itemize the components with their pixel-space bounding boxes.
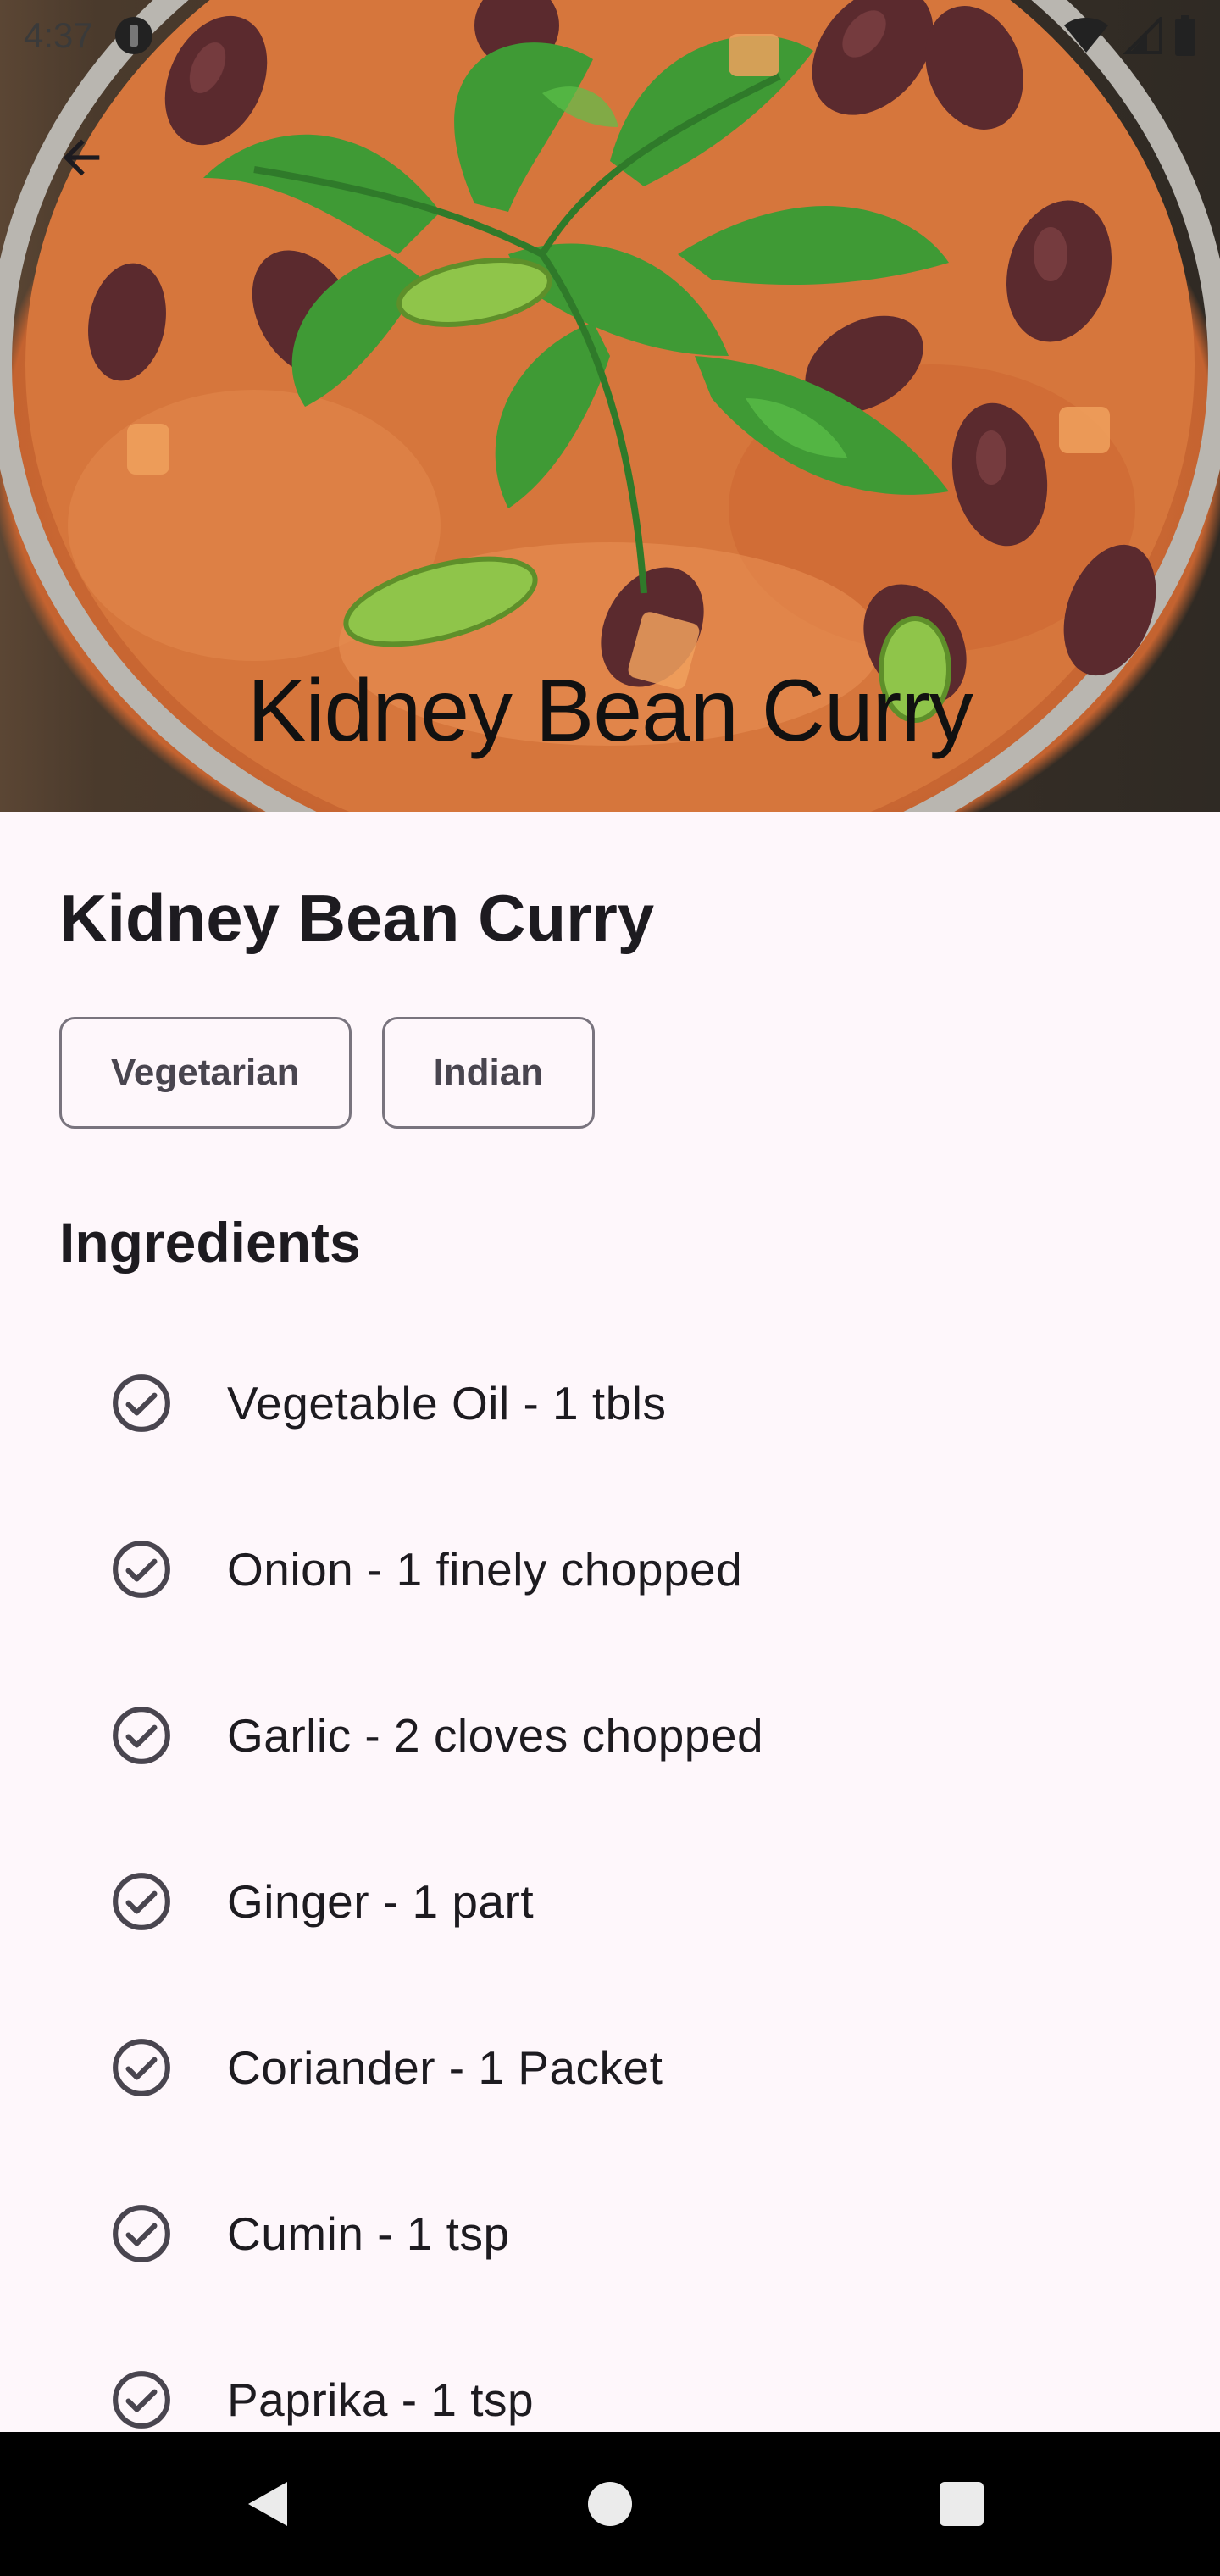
ingredients-list: Vegetable Oil - 1 tbls Onion - 1 finely … [0, 1320, 1220, 2483]
ingredient-label: Coriander - 1 Packet [227, 2041, 663, 2094]
check-circle-icon [113, 1541, 170, 1598]
system-home-button[interactable] [572, 2466, 648, 2542]
ingredient-item[interactable]: Onion - 1 finely chopped [0, 1486, 1220, 1652]
wifi-icon [1064, 18, 1108, 53]
ingredient-item[interactable]: Cumin - 1 tsp [0, 2151, 1220, 2317]
back-triangle-icon [248, 2482, 287, 2526]
recipe-hero-image: Kidney Bean Curry [0, 0, 1220, 812]
tag-chips: Vegetarian Indian [59, 1017, 596, 1129]
ingredients-heading: Ingredients [59, 1211, 361, 1274]
ingredient-label: Ginger - 1 part [227, 1875, 535, 1928]
ingredient-item[interactable]: Vegetable Oil - 1 tbls [0, 1320, 1220, 1486]
back-button[interactable] [47, 124, 115, 192]
ingredient-item[interactable]: Coriander - 1 Packet [0, 1985, 1220, 2151]
tag-chip-indian[interactable]: Indian [381, 1017, 596, 1129]
check-circle-icon [113, 2039, 170, 2096]
battery-icon [1175, 15, 1195, 56]
check-circle-icon [113, 2205, 170, 2262]
notification-icon [114, 17, 152, 54]
system-navigation-bar [0, 2432, 1220, 2576]
home-circle-icon [588, 2482, 632, 2526]
check-circle-icon [113, 1707, 170, 1764]
ingredient-label: Onion - 1 finely chopped [227, 1543, 743, 1596]
status-time: 4:37 [24, 15, 93, 55]
system-recents-button[interactable] [923, 2466, 1000, 2542]
check-circle-icon [113, 2371, 170, 2429]
ingredient-item[interactable]: Garlic - 2 cloves chopped [0, 1652, 1220, 1818]
hero-title: Kidney Bean Curry [247, 662, 973, 760]
ingredient-label: Cumin - 1 tsp [227, 2207, 510, 2260]
ingredient-label: Paprika - 1 tsp [227, 2373, 535, 2426]
status-icons [1062, 15, 1196, 56]
tag-chip-vegetarian[interactable]: Vegetarian [59, 1017, 352, 1129]
arrow-back-icon [63, 139, 100, 176]
ingredient-label: Garlic - 2 cloves chopped [227, 1709, 764, 1762]
signal-icon [1123, 17, 1162, 54]
status-bar: 4:37 [0, 0, 1220, 71]
check-circle-icon [113, 1873, 170, 1930]
recipe-title: Kidney Bean Curry [59, 880, 655, 955]
ingredient-item[interactable]: Ginger - 1 part [0, 1818, 1220, 1985]
recents-square-icon [940, 2482, 984, 2526]
ingredient-label: Vegetable Oil - 1 tbls [227, 1377, 667, 1430]
check-circle-icon [113, 1374, 170, 1432]
system-back-button[interactable] [229, 2466, 305, 2542]
